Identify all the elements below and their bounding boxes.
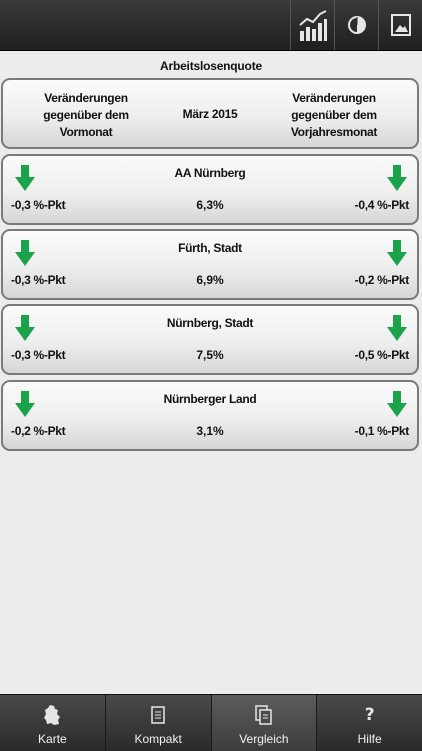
region-name: AA Nürnberg bbox=[174, 166, 246, 180]
tab-hilfe[interactable]: ? Hilfe bbox=[316, 695, 422, 751]
tab-label: Hilfe bbox=[357, 732, 382, 746]
unemployment-rate: 7,5% bbox=[196, 348, 224, 362]
region-name: Nürnberg, Stadt bbox=[166, 316, 254, 330]
unemployment-rate: 3,1% bbox=[196, 424, 224, 438]
pie-button[interactable] bbox=[334, 0, 378, 50]
change-vs-previous-year: -0,4 %-Pkt bbox=[354, 198, 410, 212]
header-right-line: Veränderungen bbox=[292, 91, 376, 105]
header-period: März 2015 bbox=[182, 107, 238, 121]
header-right: Veränderungen gegenüber dem Vorjahresmon… bbox=[265, 90, 403, 141]
change-vs-previous-year: -0,2 %-Pkt bbox=[354, 273, 410, 287]
header-left: Veränderungen gegenüber dem Vormonat bbox=[17, 90, 155, 141]
map-icon bbox=[44, 705, 61, 725]
arrow-down-icon bbox=[15, 391, 35, 417]
pie-icon bbox=[347, 16, 366, 34]
documents-icon bbox=[255, 705, 272, 725]
document-icon bbox=[151, 706, 165, 724]
arrow-down-icon bbox=[15, 240, 35, 266]
tab-label: Karte bbox=[38, 732, 67, 746]
page-title: Arbeitslosenquote bbox=[160, 59, 262, 73]
comparison-header: Veränderungen gegenüber dem Vormonat Mär… bbox=[1, 78, 419, 149]
change-vs-previous-month: -0,3 %-Pkt bbox=[11, 198, 66, 212]
image-icon bbox=[390, 14, 411, 36]
arrow-down-icon bbox=[387, 165, 407, 191]
arrow-down-icon bbox=[15, 165, 35, 191]
chart-button[interactable] bbox=[290, 0, 334, 50]
chart-icon bbox=[298, 10, 327, 41]
arrow-down-icon bbox=[387, 391, 407, 417]
unemployment-rate: 6,3% bbox=[196, 198, 224, 212]
header-right-line: Vorjahresmonat bbox=[290, 125, 378, 139]
tab-kompakt[interactable]: Kompakt bbox=[104, 695, 211, 751]
change-vs-previous-month: -0,3 %-Pkt bbox=[11, 348, 66, 362]
change-vs-previous-month: -0,3 %-Pkt bbox=[11, 273, 66, 287]
top-toolbar bbox=[0, 0, 422, 51]
change-vs-previous-year: -0,5 %-Pkt bbox=[354, 348, 410, 362]
region-row-fuerth-stadt[interactable]: Fürth, Stadt -0,3 %-Pkt 6,9% -0,2 %-Pkt bbox=[1, 229, 419, 300]
unemployment-rate: 6,9% bbox=[196, 273, 224, 287]
header-left-line: Veränderungen bbox=[44, 91, 128, 105]
region-row-aa-nuernberg[interactable]: AA Nürnberg -0,3 %-Pkt 6,3% -0,4 %-Pkt bbox=[1, 154, 419, 225]
tab-karte[interactable]: Karte bbox=[0, 695, 105, 751]
change-vs-previous-month: -0,2 %-Pkt bbox=[11, 424, 66, 438]
region-name: Fürth, Stadt bbox=[178, 241, 242, 255]
arrow-down-icon bbox=[387, 240, 407, 266]
change-vs-previous-year: -0,1 %-Pkt bbox=[354, 424, 410, 438]
image-button[interactable] bbox=[378, 0, 422, 50]
header-left-line: Vormonat bbox=[59, 125, 113, 139]
region-row-nuernberg-stadt[interactable]: Nürnberg, Stadt -0,3 %-Pkt 7,5% -0,5 %-P… bbox=[1, 304, 419, 375]
header-right-line: gegenüber dem bbox=[291, 108, 377, 122]
arrow-down-icon bbox=[387, 315, 407, 341]
region-name: Nürnberger Land bbox=[163, 392, 257, 406]
question-icon: ? bbox=[364, 705, 375, 725]
tab-label: Vergleich bbox=[239, 732, 289, 746]
region-row-nuernberger-land[interactable]: Nürnberger Land -0,2 %-Pkt 3,1% -0,1 %-P… bbox=[1, 380, 419, 451]
bottom-tab-bar: Karte Kompakt Vergleich ? Hilfe bbox=[0, 694, 422, 751]
header-left-line: gegenüber dem bbox=[43, 108, 129, 122]
tab-vergleich[interactable]: Vergleich bbox=[210, 695, 317, 751]
arrow-down-icon bbox=[15, 315, 35, 341]
tab-label: Kompakt bbox=[134, 732, 182, 746]
